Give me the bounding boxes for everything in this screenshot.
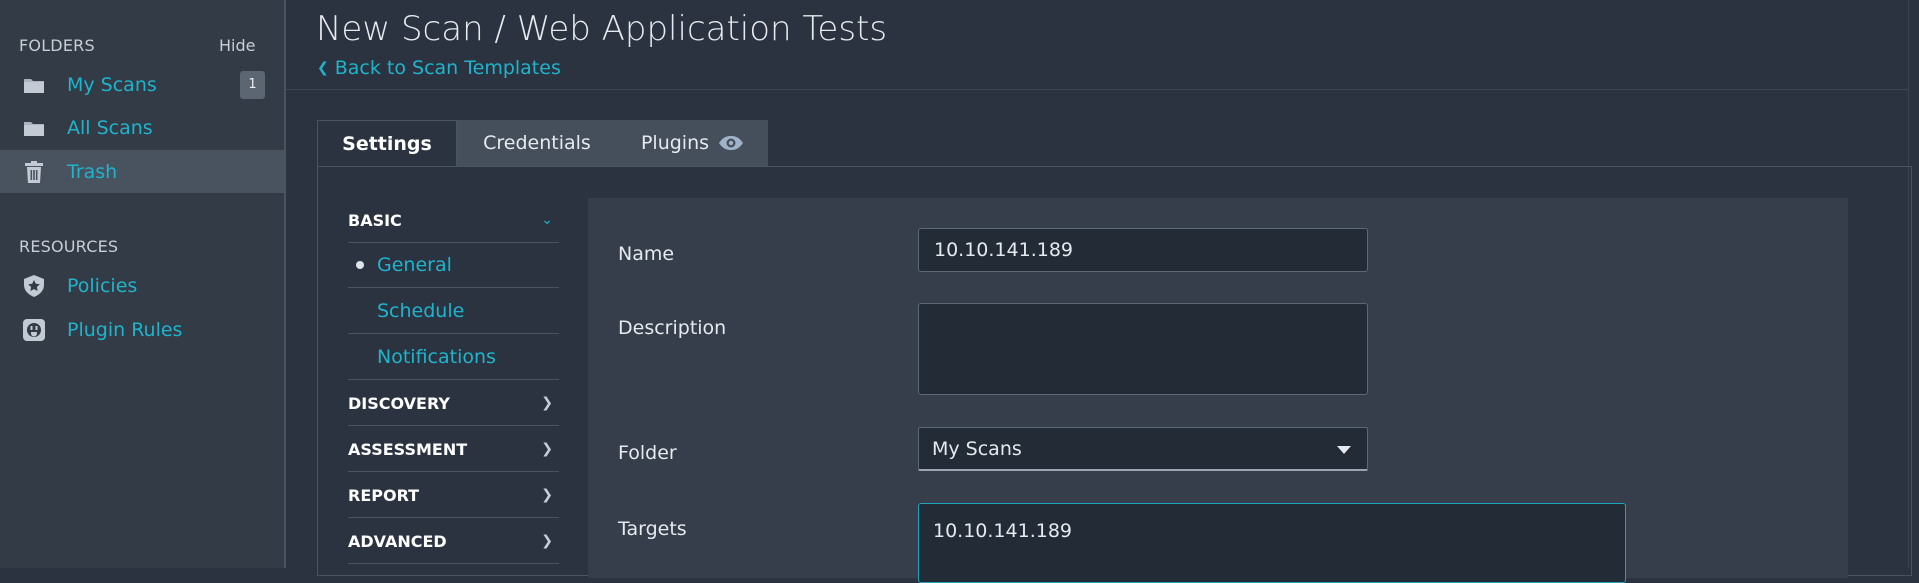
trash-icon xyxy=(22,160,46,184)
tab-credentials[interactable]: Credentials xyxy=(457,120,617,166)
eye-icon[interactable] xyxy=(718,135,744,151)
tab-label: Plugins xyxy=(640,132,710,154)
nav-item-label: Schedule xyxy=(377,300,465,322)
nav-section-report[interactable]: REPORT ❯ xyxy=(348,473,559,518)
nav-section-basic[interactable]: BASIC ⌄ xyxy=(348,198,559,243)
header-divider xyxy=(286,89,1909,90)
scan-count-badge: 1 xyxy=(240,70,265,99)
tab-settings[interactable]: Settings xyxy=(317,120,457,166)
resources-heading: RESOURCES xyxy=(19,237,119,256)
nav-item-notifications[interactable]: Notifications xyxy=(348,335,559,380)
folders-heading: FOLDERS xyxy=(19,36,95,55)
nav-item-label: General xyxy=(377,254,452,276)
folder-select-value: My Scans xyxy=(932,437,1022,460)
tab-label: Credentials xyxy=(483,132,591,154)
page-title: New Scan / Web Application Tests xyxy=(316,9,888,49)
nav-item-label: Notifications xyxy=(377,346,496,368)
chevron-right-icon: ❯ xyxy=(541,441,553,457)
folder-icon xyxy=(22,116,46,140)
targets-input[interactable] xyxy=(918,503,1626,583)
chevron-left-icon: ❮ xyxy=(317,60,329,76)
nav-item-general[interactable]: General xyxy=(348,243,559,288)
sidebar-item-label: Policies xyxy=(67,274,138,297)
nav-section-assessment[interactable]: ASSESSMENT ❯ xyxy=(348,427,559,472)
back-link-label: Back to Scan Templates xyxy=(334,57,561,79)
nav-section-label: ADVANCED xyxy=(348,531,447,551)
sidebar-item-all-scans[interactable]: All Scans xyxy=(0,106,284,149)
sidebar-item-plugin-rules[interactable]: Plugin Rules xyxy=(0,308,284,351)
back-to-templates-link[interactable]: ❮ Back to Scan Templates xyxy=(317,57,561,79)
sidebar-item-label: Trash xyxy=(67,160,118,183)
sidebar-item-label: My Scans xyxy=(67,73,157,96)
chevron-right-icon: ❯ xyxy=(541,487,553,503)
sidebar-item-label: Plugin Rules xyxy=(67,318,183,341)
nav-item-schedule[interactable]: Schedule xyxy=(348,289,559,334)
plug-icon xyxy=(22,318,46,342)
tab-plugins[interactable]: Plugins xyxy=(617,120,768,166)
chevron-right-icon: ❯ xyxy=(541,395,553,411)
folder-label: Folder xyxy=(618,442,677,464)
targets-value: 10.10.141.189 xyxy=(933,520,1073,542)
nav-section-label: REPORT xyxy=(348,485,420,505)
caret-down-icon xyxy=(1337,446,1351,454)
sidebar: FOLDERS Hide My Scans 1 All Scans Trash … xyxy=(0,0,286,568)
chevron-down-icon: ⌄ xyxy=(541,212,553,228)
sidebar-item-label: All Scans xyxy=(67,116,153,139)
nav-section-label: DISCOVERY xyxy=(348,393,451,413)
nav-section-label: ASSESSMENT xyxy=(348,439,468,459)
sidebar-item-policies[interactable]: Policies xyxy=(0,264,284,307)
chevron-right-icon: ❯ xyxy=(541,533,553,549)
nav-section-advanced[interactable]: ADVANCED ❯ xyxy=(348,519,559,564)
folder-icon xyxy=(22,73,46,97)
folder-select[interactable]: My Scans xyxy=(918,427,1368,471)
hide-sidebar-link[interactable]: Hide xyxy=(219,36,255,55)
shield-star-icon xyxy=(22,274,46,298)
name-label: Name xyxy=(618,243,675,265)
selected-dot-icon xyxy=(356,261,364,269)
description-input[interactable] xyxy=(918,303,1368,395)
sidebar-item-trash[interactable]: Trash xyxy=(0,150,284,193)
description-label: Description xyxy=(618,317,727,339)
nav-section-label: BASIC xyxy=(348,210,402,230)
tab-label: Settings xyxy=(342,132,432,155)
nav-section-discovery[interactable]: DISCOVERY ❯ xyxy=(348,381,559,426)
sidebar-item-my-scans[interactable]: My Scans 1 xyxy=(0,63,284,106)
targets-label: Targets xyxy=(618,518,687,540)
name-input[interactable] xyxy=(918,228,1368,272)
